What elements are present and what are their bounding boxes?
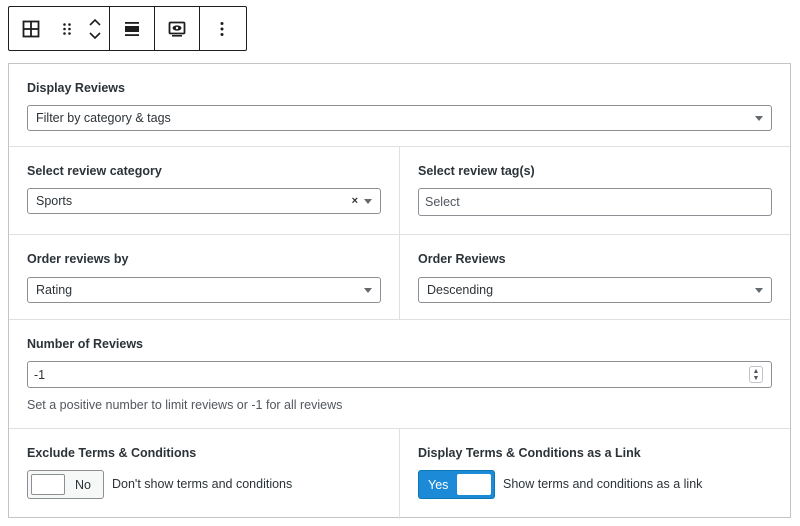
toggle-knob xyxy=(31,474,65,495)
row-display-reviews: Display Reviews Filter by category & tag… xyxy=(9,64,790,147)
number-of-reviews-label: Number of Reviews xyxy=(27,337,144,351)
row-order: Order reviews by Rating Order Reviews De… xyxy=(9,235,790,320)
review-category-value: Sports xyxy=(36,194,73,208)
display-reviews-cell: Display Reviews Filter by category & tag… xyxy=(9,64,790,146)
review-tags-input[interactable]: Select xyxy=(418,188,772,216)
terms-link-description: Show terms and conditions as a link xyxy=(503,477,703,491)
order-direction-value: Descending xyxy=(427,283,494,297)
exclude-terms-toggle-text: No xyxy=(75,478,91,492)
row-number-of-reviews: Number of Reviews -1 ▲ ▼ Set a positive … xyxy=(9,320,790,429)
terms-link-cell: Display Terms & Conditions as a Link Yes… xyxy=(400,429,790,519)
toggle-knob xyxy=(457,474,491,495)
review-settings-panel: Display Reviews Filter by category & tag… xyxy=(8,63,791,519)
toolbar-group-preview xyxy=(155,7,200,50)
clear-selection-icon[interactable]: × xyxy=(352,195,358,207)
order-by-value: Rating xyxy=(36,283,73,297)
review-category-select[interactable]: Sports × xyxy=(27,188,381,214)
review-tags-cell: Select review tag(s) Select xyxy=(400,147,790,234)
move-up-down-icon xyxy=(88,17,102,41)
chevron-down-icon xyxy=(755,287,763,293)
order-by-select[interactable]: Rating xyxy=(27,277,381,303)
spinner-down-icon[interactable]: ▼ xyxy=(753,375,760,382)
order-by-label: Order reviews by xyxy=(27,252,129,266)
spinner-up-icon[interactable]: ▲ xyxy=(753,368,760,375)
toolbar-group-align xyxy=(110,7,155,50)
preview-button[interactable] xyxy=(155,7,199,50)
exclude-terms-description: Don't show terms and conditions xyxy=(112,477,293,491)
review-category-label: Select review category xyxy=(27,164,162,178)
exclude-terms-cell: Exclude Terms & Conditions No Don't show… xyxy=(9,429,400,519)
exclude-terms-label: Exclude Terms & Conditions xyxy=(27,446,197,460)
align-button[interactable] xyxy=(110,7,154,50)
toolbar-group-block xyxy=(9,7,110,50)
number-of-reviews-value: -1 xyxy=(34,367,46,382)
block-type-button[interactable] xyxy=(9,7,53,50)
more-options-button[interactable] xyxy=(200,7,244,50)
row-terms: Exclude Terms & Conditions No Don't show… xyxy=(9,429,790,519)
order-direction-label: Order Reviews xyxy=(418,252,506,266)
block-toolbar xyxy=(8,6,247,51)
chevron-down-icon xyxy=(364,198,372,204)
display-reviews-value: Filter by category & tags xyxy=(36,111,171,125)
toolbar-group-options xyxy=(200,7,244,50)
preview-icon xyxy=(168,21,186,37)
review-category-cell: Select review category Sports × xyxy=(9,147,400,234)
terms-link-label: Display Terms & Conditions as a Link xyxy=(418,446,641,460)
drag-handle-icon xyxy=(62,22,72,36)
number-of-reviews-help: Set a positive number to limit reviews o… xyxy=(27,398,343,412)
more-options-icon xyxy=(220,21,224,37)
chevron-down-icon xyxy=(755,115,763,121)
terms-link-toggle[interactable]: Yes xyxy=(418,470,495,499)
display-reviews-select[interactable]: Filter by category & tags xyxy=(27,105,772,131)
exclude-terms-toggle[interactable]: No xyxy=(27,470,104,499)
table-grid-icon xyxy=(22,20,40,38)
order-direction-cell: Order Reviews Descending xyxy=(400,235,790,319)
display-reviews-label: Display Reviews xyxy=(27,81,125,95)
order-by-cell: Order reviews by Rating xyxy=(9,235,400,319)
order-direction-select[interactable]: Descending xyxy=(418,277,772,303)
drag-handle-button[interactable] xyxy=(53,7,81,50)
number-of-reviews-input[interactable]: -1 ▲ ▼ xyxy=(27,361,772,388)
number-of-reviews-cell: Number of Reviews -1 ▲ ▼ Set a positive … xyxy=(9,320,790,428)
row-category-tags: Select review category Sports × Select r… xyxy=(9,147,790,235)
chevron-down-icon xyxy=(364,287,372,293)
review-tags-label: Select review tag(s) xyxy=(418,164,535,178)
terms-link-toggle-text: Yes xyxy=(428,478,449,492)
number-spinner[interactable]: ▲ ▼ xyxy=(749,366,763,383)
move-block-button[interactable] xyxy=(81,7,109,50)
align-icon xyxy=(124,21,140,37)
